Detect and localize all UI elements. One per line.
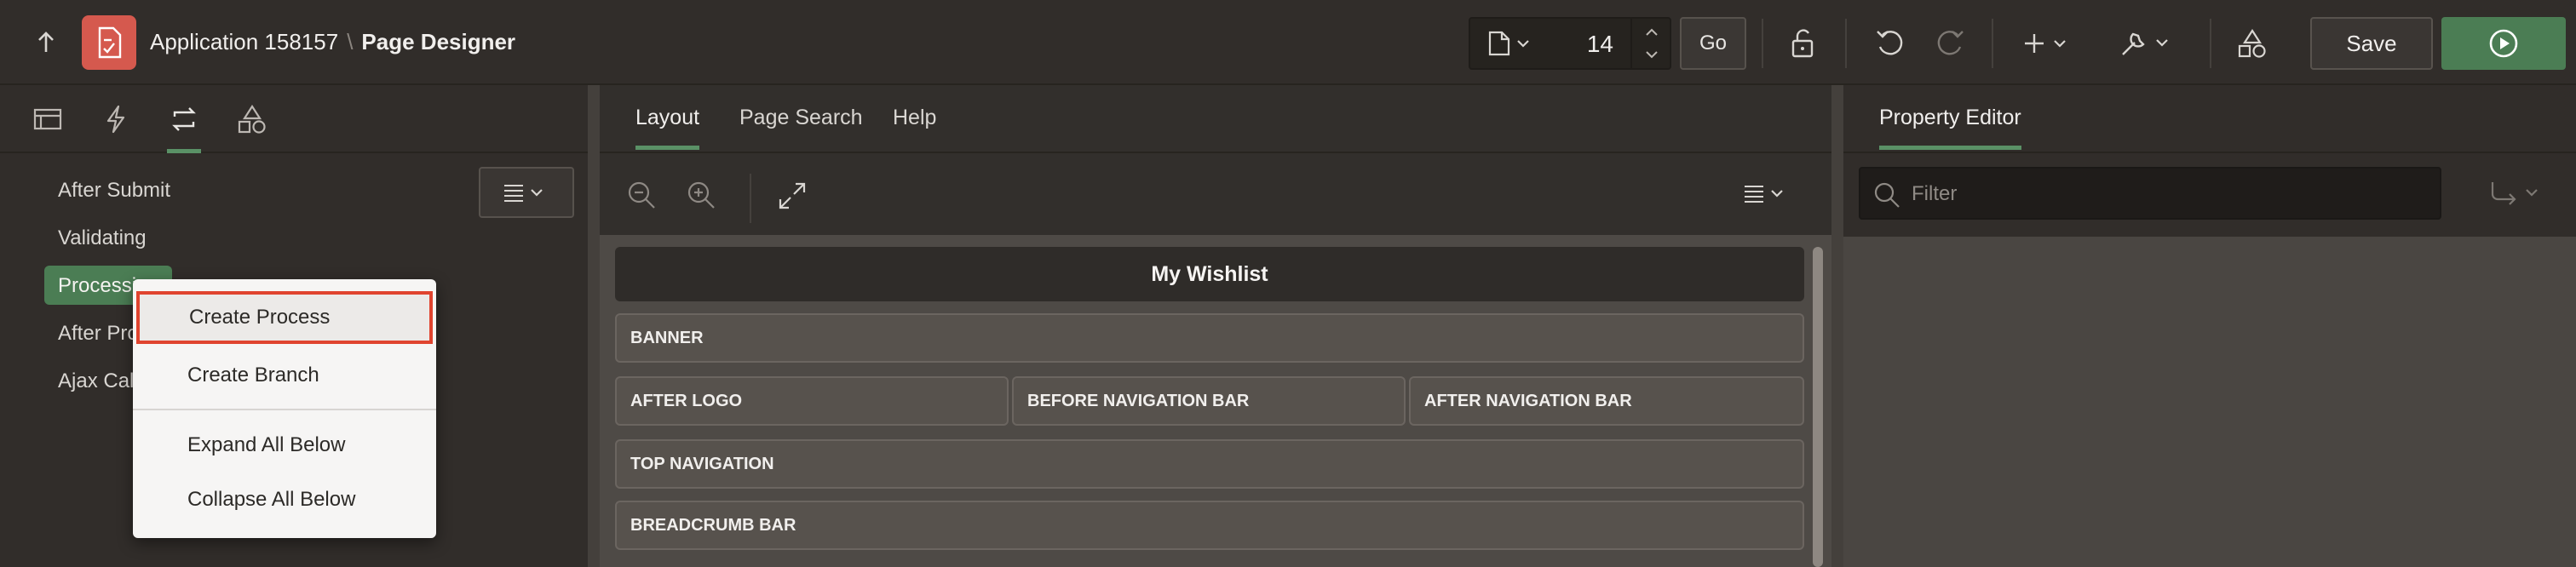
zoom-in-icon[interactable] [685,179,719,217]
tree-item-ajax-callback[interactable]: Ajax Cal [58,369,134,393]
up-arrow-icon[interactable] [29,26,63,60]
page-number-value[interactable]: 14 [1587,31,1613,58]
canvas-scrollbar[interactable] [1813,247,1823,567]
page-number-stepper[interactable] [1630,19,1670,68]
page-number-field[interactable]: 14 [1469,17,1671,70]
toolbar-divider [750,174,751,223]
left-splitter[interactable] [588,85,600,567]
region-after-logo[interactable]: AFTER LOGO [615,376,1009,426]
tree-item-after-submit[interactable]: After Submit [58,179,170,203]
app-icon[interactable] [82,15,136,70]
run-page-button[interactable] [2441,17,2566,70]
hamburger-chevron-icon [504,185,543,202]
tree-menu-button[interactable] [479,167,574,218]
breadcrumb-separator: \ [347,29,354,54]
dynamic-actions-tab-icon[interactable] [94,102,138,136]
region-banner[interactable]: BANNER [615,313,1804,363]
toolbar-divider [2210,19,2211,68]
go-button[interactable]: Go [1680,17,1746,70]
right-tabs: Property Editor [1843,85,2576,153]
tab-page-search[interactable]: Page Search [739,106,863,130]
page-doc-icon[interactable] [1487,31,1535,60]
menu-divider [133,409,436,410]
processing-tab-icon[interactable] [162,102,206,153]
region-top-navigation[interactable]: TOP NAVIGATION [615,439,1804,489]
region-breadcrumb-bar[interactable]: BREADCRUMB BAR [615,501,1804,550]
rendering-tab-icon[interactable] [26,102,70,136]
property-editor-pane: Property Editor [1843,85,2576,567]
right-splitter[interactable] [1831,85,1843,567]
page-name-bar[interactable]: My Wishlist [615,247,1804,301]
page-title: Page Designer [361,29,516,54]
app-name-link[interactable]: Application 158157 [150,29,338,54]
expand-icon[interactable] [775,179,809,217]
center-pane: Layout Page Search Help My Wishlist BANN… [600,85,1831,567]
property-editor-body [1843,237,2576,567]
save-button[interactable]: Save [2310,17,2433,70]
utilities-wrench-icon[interactable] [2118,26,2177,61]
menu-item-collapse-all-below[interactable]: Collapse All Below [133,473,436,526]
region-after-navigation-bar[interactable]: AFTER NAVIGATION BAR [1409,376,1804,426]
redo-icon[interactable] [1932,26,1969,61]
left-pane-tabs [0,85,588,153]
toolbar-divider [1845,19,1847,68]
lock-icon[interactable] [1784,26,1821,61]
menu-item-create-process[interactable]: Create Process [136,291,433,344]
create-menu-plus-icon[interactable] [2021,26,2077,61]
breadcrumb: Application 158157 \ Page Designer [150,29,515,55]
play-icon [2489,29,2518,58]
tab-property-editor[interactable]: Property Editor [1879,106,2021,150]
toolbar-divider [1992,19,1993,68]
filter-field[interactable] [1859,167,2441,220]
menu-item-create-branch[interactable]: Create Branch [133,349,436,402]
undo-icon[interactable] [1871,26,1908,61]
layout-canvas: My Wishlist BANNER AFTER LOGO BEFORE NAV… [600,235,1831,567]
region-before-navigation-bar[interactable]: BEFORE NAVIGATION BAR [1012,376,1406,426]
go-to-group-icon[interactable] [2487,179,2547,214]
tree-item-validating[interactable]: Validating [58,226,147,250]
layout-menu-icon[interactable] [1741,182,1792,209]
menu-item-expand-all-below[interactable]: Expand All Below [133,419,436,472]
tab-help[interactable]: Help [893,106,936,130]
toolbar-divider [1762,19,1763,68]
shared-components-icon[interactable] [2234,26,2271,61]
shared-components-tab-icon[interactable] [230,102,274,136]
tree-item-after-processing[interactable]: After Pro [58,322,139,346]
zoom-out-icon[interactable] [625,179,659,217]
top-toolbar: Application 158157 \ Page Designer 14 Go S… [0,0,2576,85]
tab-layout[interactable]: Layout [635,106,700,150]
filter-input[interactable] [1912,177,2423,211]
layout-toolbar [600,155,1831,237]
context-menu: Create Process Create Branch Expand All … [133,279,436,538]
center-tabs: Layout Page Search Help [600,85,1831,153]
search-icon [1872,180,1901,214]
